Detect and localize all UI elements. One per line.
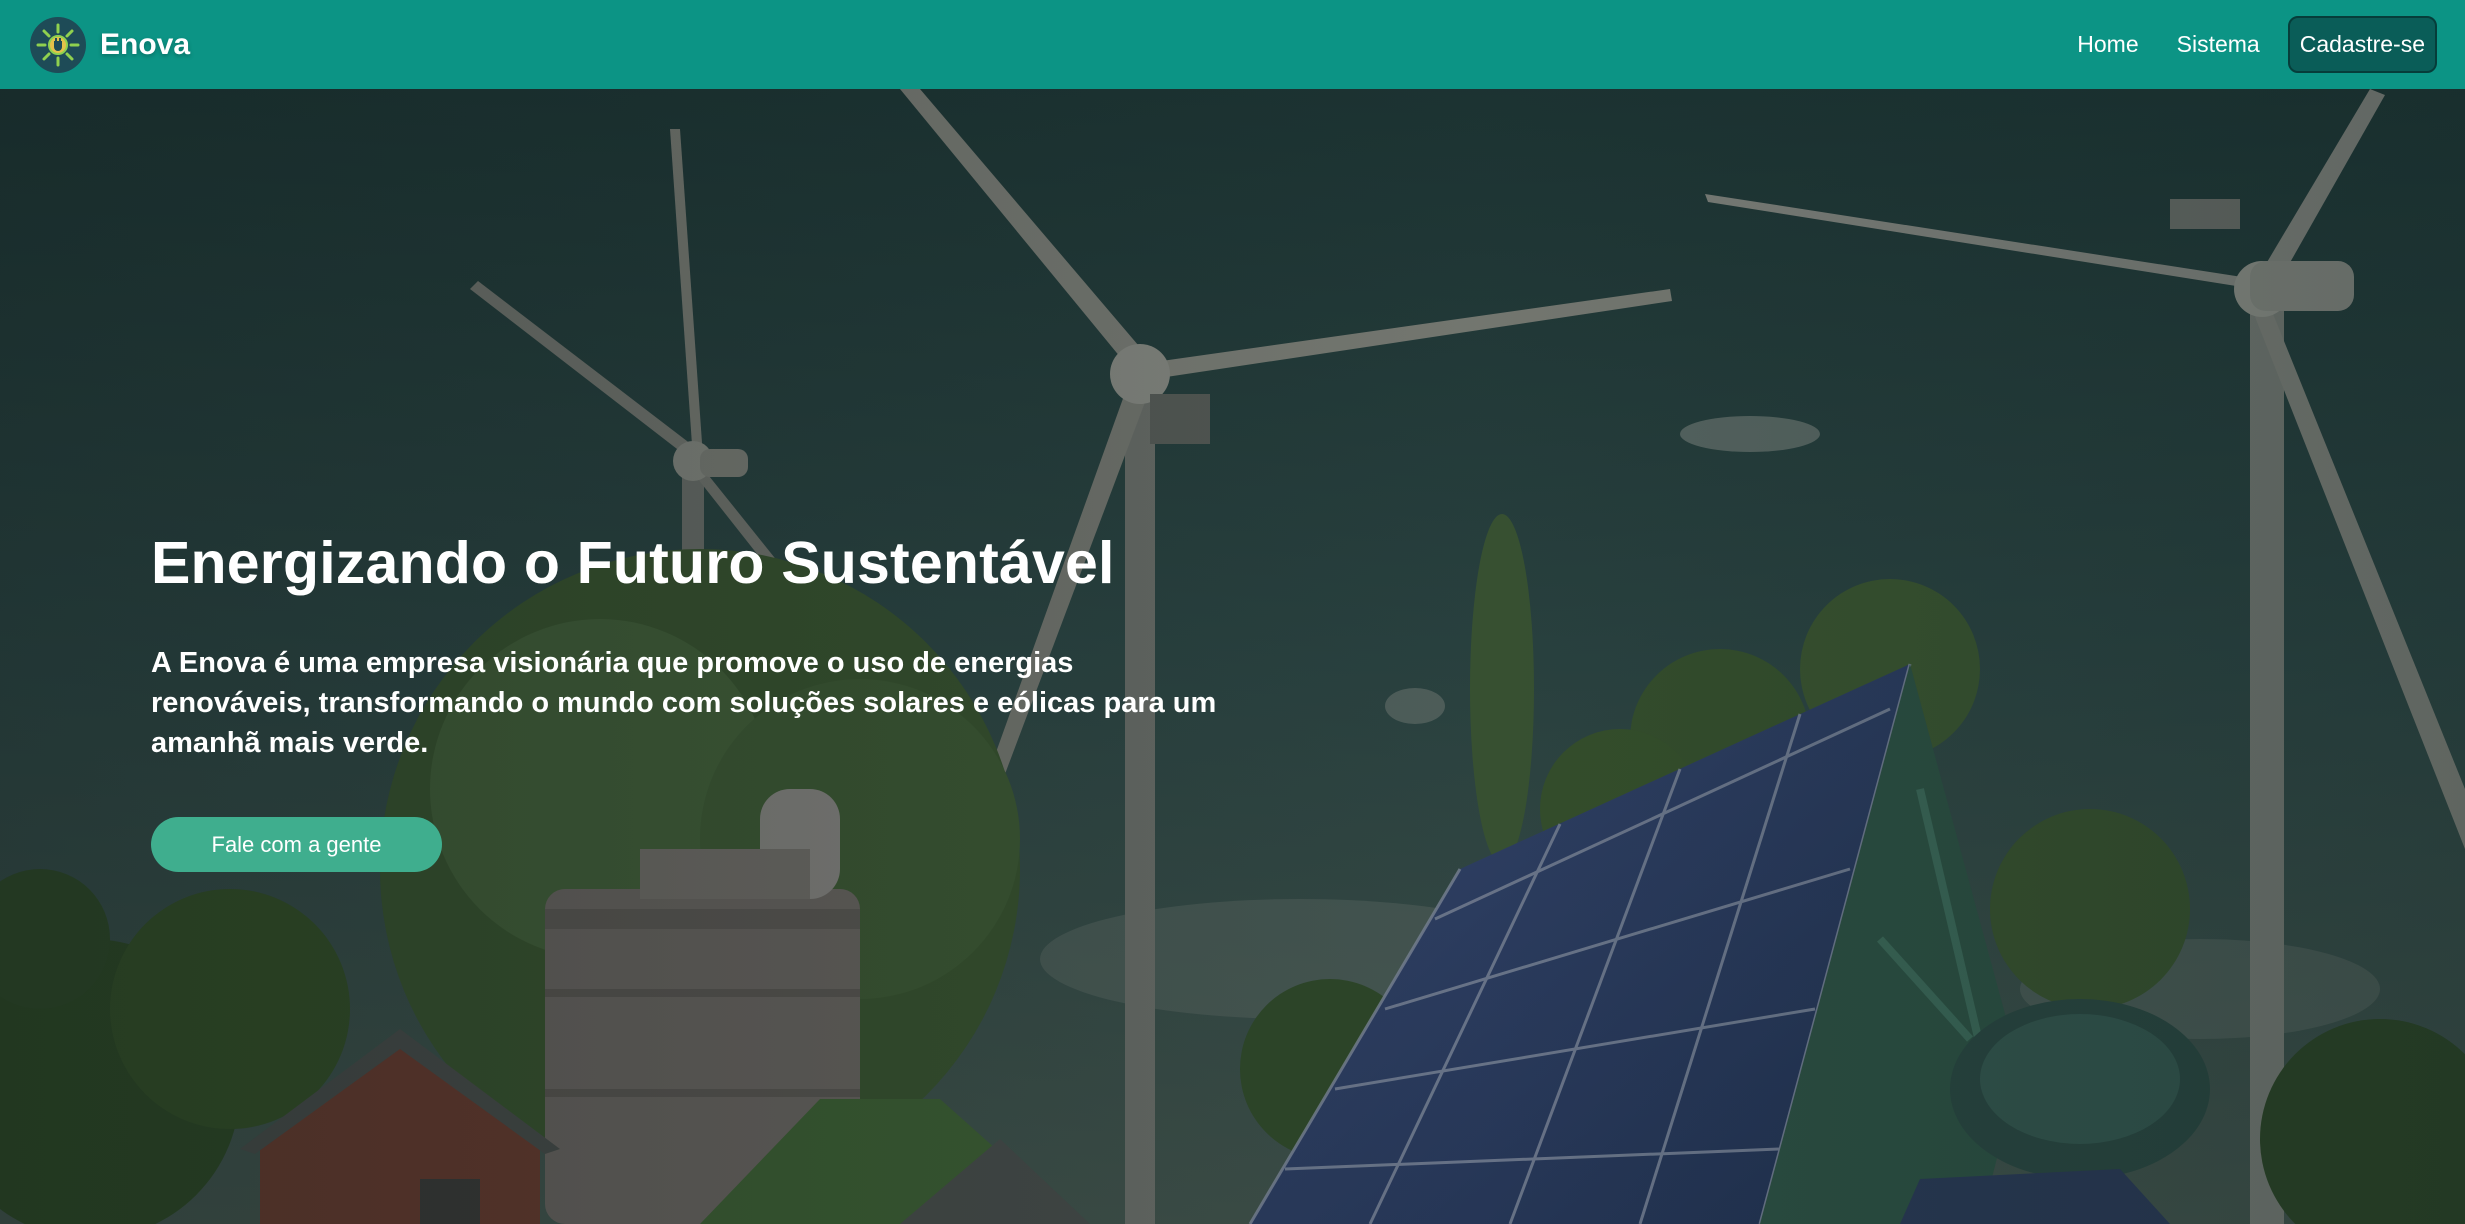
hero-title: Energizando o Futuro Sustentável: [151, 530, 1115, 596]
sun-gear-logo-icon: [30, 16, 86, 73]
brand-name: Enova: [100, 27, 191, 61]
nav-link-sistema[interactable]: Sistema: [2158, 31, 2279, 58]
hero-description: A Enova é uma empresa visionária que pro…: [151, 647, 1217, 759]
brand[interactable]: Enova: [30, 16, 191, 73]
landing-page: Enova Home Sistema Cadastre-se Energizan…: [0, 0, 2465, 1224]
nav-links: Home Sistema Cadastre-se: [2058, 16, 2437, 73]
hero-section: Energizando o Futuro Sustentável A Enova…: [0, 89, 2465, 1224]
contact-button[interactable]: Fale com a gente: [151, 817, 442, 872]
navbar: Enova Home Sistema Cadastre-se: [0, 0, 2465, 89]
hero-content: Energizando o Futuro Sustentável A Enova…: [151, 529, 1261, 872]
signup-button[interactable]: Cadastre-se: [2287, 16, 2437, 73]
nav-link-home[interactable]: Home: [2058, 31, 2157, 58]
